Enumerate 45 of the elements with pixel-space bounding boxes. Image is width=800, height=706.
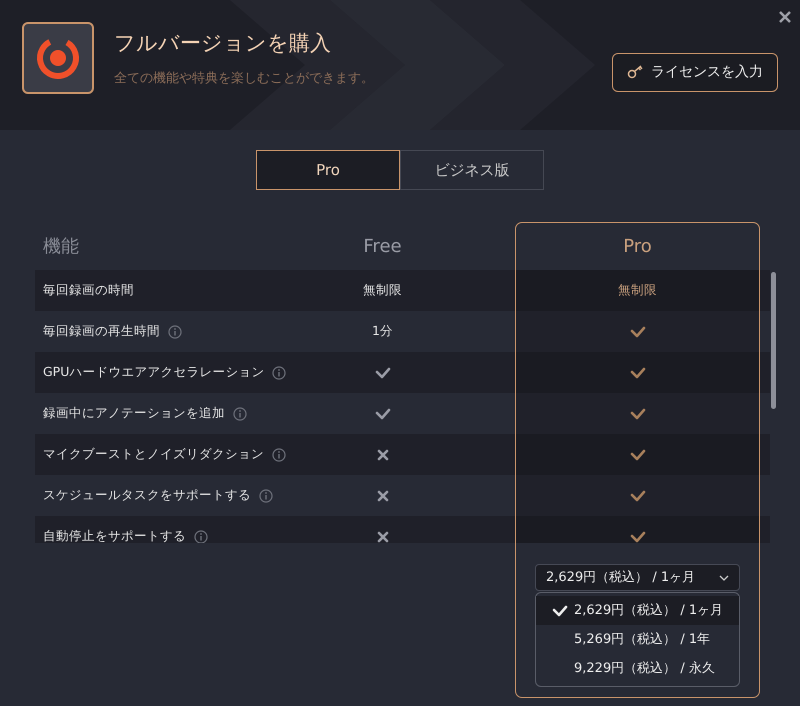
feature-label: マイクブーストとノイズリダクション [43,445,264,464]
dialog-title: フルバージョンを購入 [114,30,332,56]
price-option[interactable]: 9,229円（税込） / 永久 [536,654,739,683]
price-option[interactable]: 2,629円（税込） / 1ヶ月 [536,596,739,625]
feature-label: GPUハードウエアアクセラレーション [43,363,264,382]
price-option[interactable]: 5,269円（税込） / 1年 [536,625,739,654]
check-icon [374,408,390,420]
info-icon [194,530,208,543]
table-cell-text: 無制限 [618,281,657,300]
app-logo [22,22,94,94]
plan-tab[interactable]: ビジネス版 [400,150,544,190]
check-icon [630,366,646,378]
table-cell-text: 1分 [372,322,393,340]
plan-tab[interactable]: Pro [256,150,400,190]
column-header: 機能 [43,236,79,256]
scrollbar-thumb[interactable] [771,272,776,409]
info-icon [272,448,286,462]
check-icon [374,366,390,378]
check-icon [630,490,646,502]
cross-icon [376,490,388,502]
check-icon [630,326,646,338]
info-icon [259,488,273,502]
subtitle: 全ての機能や特典を楽しむことができます。 [114,70,374,88]
caret-icon [719,574,729,580]
info-icon [168,324,182,338]
feature-label: 毎回録画の再生時間 [43,322,160,340]
column-header: Free [363,234,402,258]
key-icon [627,65,645,79]
info-icon [272,366,286,380]
column-header: Pro [623,234,652,258]
cross-icon [376,530,388,542]
feature-label: 自動停止をサポートする [43,527,186,543]
check-icon [552,604,568,616]
close-icon[interactable] [778,10,792,24]
cross-icon [376,448,388,460]
info-icon [233,406,247,420]
check-icon [630,448,646,460]
table-cell-text: 無制限 [363,281,402,300]
price-select[interactable]: 2,629円（税込） / 1ヶ月 [535,564,740,591]
check-icon [630,408,646,420]
feature-label: スケジュールタスクをサポートする [43,486,251,504]
feature-label: 録画中にアノテーションを追加 [43,404,225,422]
enter-license-button[interactable]: ライセンスを入力 [612,52,778,92]
feature-label: 毎回録画の時間 [43,281,134,300]
check-icon [630,530,646,542]
